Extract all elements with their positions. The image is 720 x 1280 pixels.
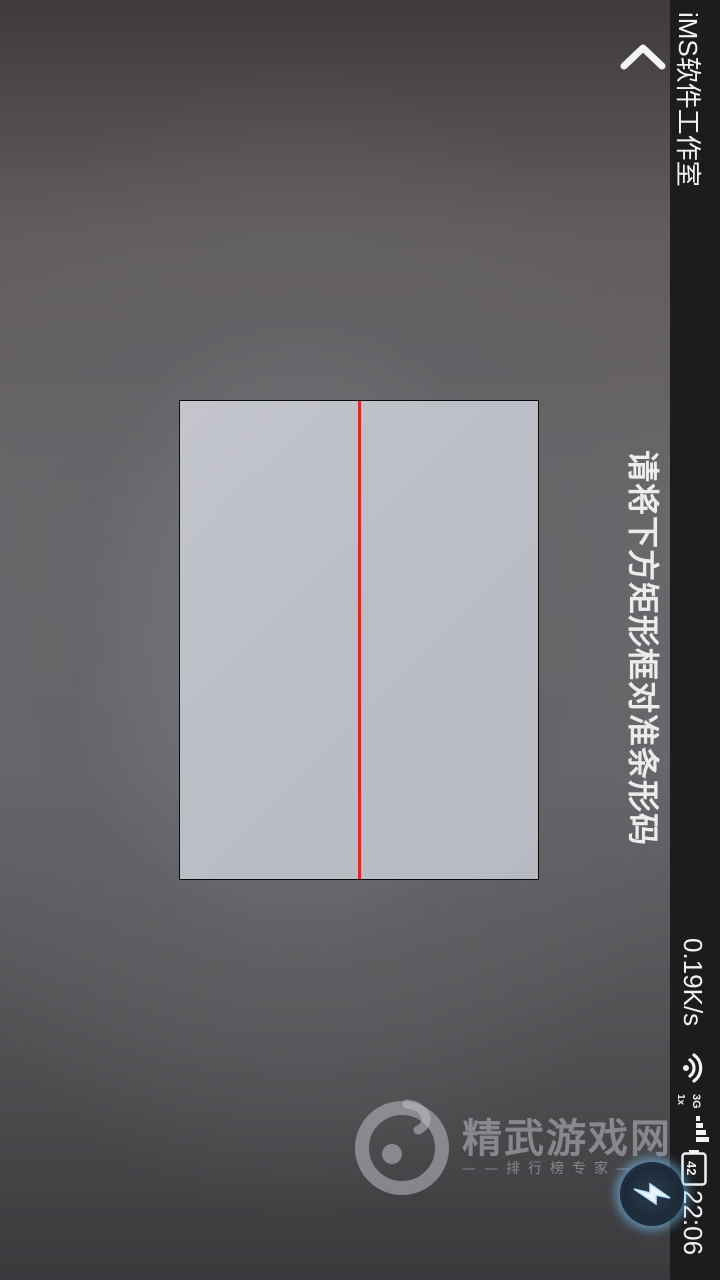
signal-icon: 3G 1x	[676, 1094, 709, 1142]
scan-instruction: 请将下方矩形框对准条形码	[624, 450, 662, 847]
app-title: iMS软件工作室	[673, 12, 703, 187]
back-button[interactable]	[618, 34, 668, 84]
sim-label: 1x	[676, 1094, 686, 1106]
wifi-icon	[683, 1053, 703, 1083]
scan-line	[358, 401, 361, 879]
status-bar	[670, 0, 720, 1280]
scan-frame	[179, 400, 539, 880]
battery-icon: 42	[681, 1150, 707, 1186]
watermark-logo	[355, 1099, 449, 1195]
scanner-screen: 请将下方矩形框对准条形码 iMS软件工作室 0.19K/s 3G 1x 42 2…	[0, 0, 720, 1280]
battery-level: 42	[684, 1161, 699, 1175]
watermark-name: 精武游戏网	[462, 1116, 672, 1162]
flash-toggle-button[interactable]	[620, 1162, 684, 1226]
network-speed: 0.19K/s	[678, 938, 708, 1027]
lightning-icon	[633, 1182, 671, 1206]
chevron-up-icon	[620, 44, 666, 70]
network-type-label: 3G	[690, 1094, 702, 1109]
